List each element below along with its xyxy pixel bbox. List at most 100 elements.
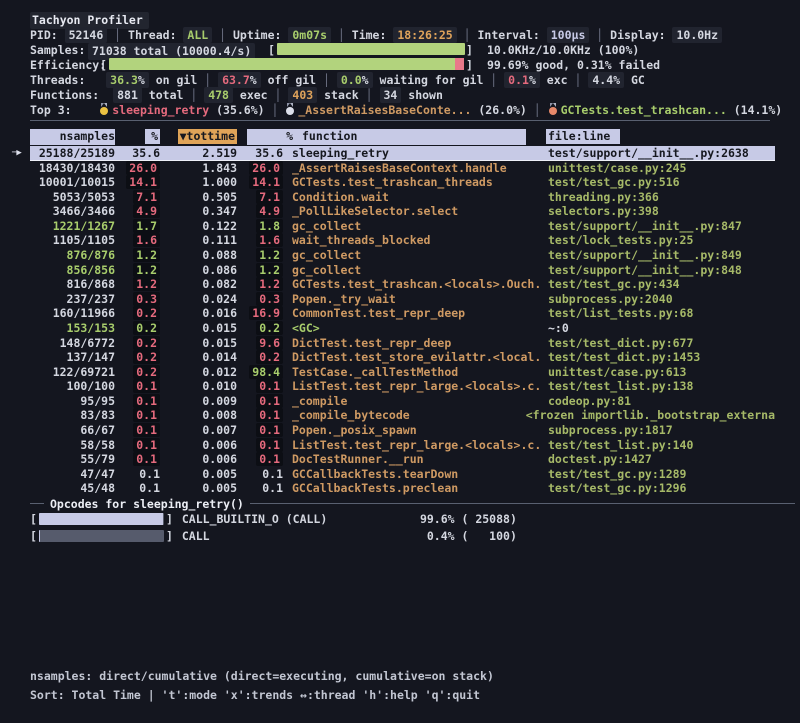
table-row[interactable]: 95/950.10.0090.1_compilecodeop.py:81 [12,394,775,409]
table-row[interactable]: 100/1000.10.0100.1ListTest.test_repr_lar… [12,379,775,394]
table-row[interactable]: 816/8681.20.0821.2GCTests.test_trashcan.… [12,277,775,292]
cell-tottime: 0.082 [160,277,237,292]
cell-tottime: 0.007 [160,423,237,438]
opcode-row: []CALL_BUILTIN_O (CALL)99.6% ( 25088) [0,511,800,528]
status-label: Time: [352,28,394,42]
cell-fileline: test/test_gc.py:434 [540,277,775,292]
cell-tottime: 1.000 [160,175,237,190]
cell-nsamples: 95/95 [30,394,115,409]
table-row[interactable]: 55/790.10.0060.1DocTestRunner.__rundocte… [12,452,775,467]
table-row[interactable]: 237/2370.30.0240.3Popen._try_waitsubproc… [12,292,775,307]
status-value: 100μs [547,27,590,43]
cell-tottime: 0.086 [160,263,237,278]
status-value: ALL [183,27,212,43]
cell-tottime: 0.005 [160,467,237,482]
status-label: PID: [30,28,65,42]
table-header: nsamples % ▼tottime % function file:line [12,129,775,145]
table-row[interactable]: 1221/12671.70.1221.8gc_collecttest/suppo… [12,219,775,234]
cell-tottime: 0.006 [160,452,237,467]
col-header-function[interactable]: function [293,129,526,145]
table-row[interactable]: 3466/34664.90.3474.9_PollLikeSelector.se… [12,204,775,219]
segment-value: 63.7% [218,72,261,88]
cell-function: gc_collect [283,263,540,278]
table-row[interactable]: 66/670.10.0070.1Popen._posix_spawnsubpro… [12,423,775,438]
table-row[interactable]: 137/1470.20.0140.2DictTest.test_store_ev… [12,350,775,365]
table-row[interactable]: 5053/50537.10.5057.1Condition.waitthread… [12,190,775,205]
samples-rate: 10.0KHz/10.0KHz (100%) [487,43,639,58]
cell-tottime: 0.015 [160,321,237,336]
cell-fileline: test/test_gc.py:1289 [540,467,775,482]
table-row[interactable]: 876/8761.20.0881.2gc_collecttest/support… [12,248,775,263]
cell-percent-cumulative: 9.6 [237,336,283,351]
cell-percent-cumulative: 0.1 [237,452,283,467]
cell-fileline: unittest/case.py:613 [540,365,775,380]
cell-percent-cumulative: 14.1 [237,175,283,190]
cell-percent-direct: 0.1 [115,438,160,453]
cell-nsamples: 100/100 [30,379,115,394]
cell-function: DictTest.test_store_evilattr.<local... [283,350,540,365]
function-table: ─▶25188/2518935.62.51935.6sleeping_retry… [0,146,800,496]
table-row[interactable]: 18430/1843026.01.84326.0_AssertRaisesBas… [12,161,775,176]
table-row[interactable]: 58/580.10.0060.1ListTest.test_repr_large… [12,438,775,453]
cell-fileline: ~:0 [540,321,775,336]
footer-legend: nsamples: direct/cumulative (direct=exec… [30,667,800,686]
cell-percent-cumulative: 0.1 [237,423,283,438]
status-value: 10.0Hz [672,27,722,43]
samples-label: Samples: [30,43,85,58]
status-label: Interval: [478,28,547,42]
top3-line: Top 3: sleeping_retry (35.6%) │ _AssertR… [0,103,800,118]
cell-function: TestCase._callTestMethod [283,365,540,380]
cell-function: ListTest.test_repr_large.<locals>.c... [283,438,540,453]
cell-fileline: test/lock_tests.py:25 [540,233,775,248]
cell-percent-direct: 1.2 [115,248,160,263]
cell-fileline: test/test_gc.py:1296 [540,481,775,496]
cell-percent-cumulative: 0.3 [237,292,283,307]
efficiency-label: Efficiency: [30,58,106,73]
table-row[interactable]: 45/480.10.0050.1GCCallbackTests.preclean… [12,481,775,496]
col-header-pct2[interactable]: % [247,129,293,145]
status-value: 18:26:25 [393,27,456,43]
opcodes-divider: Opcodes for sleeping_retry() [0,497,800,511]
table-row[interactable]: 160/119660.20.01616.9CommonTest.test_rep… [12,306,775,321]
table-row[interactable]: ─▶25188/2518935.62.51935.6sleeping_retry… [12,146,775,161]
cell-percent-cumulative: 0.1 [237,481,283,496]
cell-fileline: test/test_dict.py:677 [540,336,775,351]
cell-tottime: 0.010 [160,379,237,394]
cell-fileline: subprocess.py:1817 [540,423,775,438]
cell-function: <GC> [283,321,540,336]
col-header-fileline[interactable]: file:line [540,129,775,145]
cell-nsamples: 45/48 [30,481,115,496]
gold-medal-icon [100,107,108,115]
opcodes-list: []CALL_BUILTIN_O (CALL)99.6% ( 25088)[]C… [0,511,800,545]
table-top-divider [30,120,770,129]
cell-nsamples: 856/856 [30,263,115,278]
table-row[interactable]: 856/8561.20.0861.2gc_collecttest/support… [12,263,775,278]
opcode-name: CALL_BUILTIN_O (CALL) [173,511,405,528]
table-row[interactable]: 1105/11051.60.1111.6wait_threads_blocked… [12,233,775,248]
col-header-tottime-sorted[interactable]: ▼tottime [160,129,237,145]
opcodes-title: Opcodes for sleeping_retry() [44,497,250,511]
cell-nsamples: 66/67 [30,423,115,438]
cell-percent-direct: 0.2 [115,321,160,336]
cell-percent-direct: 0.2 [115,306,160,321]
table-row[interactable]: 47/470.10.0050.1GCCallbackTests.tearDown… [12,467,775,482]
cell-percent-direct: 14.1 [115,175,160,190]
table-row[interactable]: 153/1530.20.0150.2<GC>~:0 [12,321,775,336]
cell-percent-cumulative: 0.1 [237,408,283,423]
cell-percent-direct: 0.3 [115,292,160,307]
table-row[interactable]: 148/67720.20.0159.6DictTest.test_repr_de… [12,336,775,351]
cell-percent-direct: 35.6 [115,146,160,160]
opcode-row: []CALL 0.4% ( 100) [0,528,800,545]
table-row[interactable]: 83/830.10.0080.1_compile_bytecode<frozen… [12,408,775,423]
col-header-pct1[interactable]: % [115,129,160,145]
table-row[interactable]: 122/697210.20.01298.4TestCase._callTestM… [12,365,775,380]
cell-nsamples: 47/47 [30,467,115,482]
table-row[interactable]: 10001/1001514.11.00014.1GCTests.test_tra… [12,175,775,190]
cell-function: _compile [283,394,540,409]
top3-function-name: _AssertRaisesBaseConte... [298,103,471,117]
cell-nsamples: 10001/10015 [30,175,115,190]
cell-percent-direct: 1.2 [115,277,160,292]
cell-nsamples: 3466/3466 [30,204,115,219]
cell-tottime: 0.015 [160,336,237,351]
cell-percent-cumulative: 0.2 [237,321,283,336]
